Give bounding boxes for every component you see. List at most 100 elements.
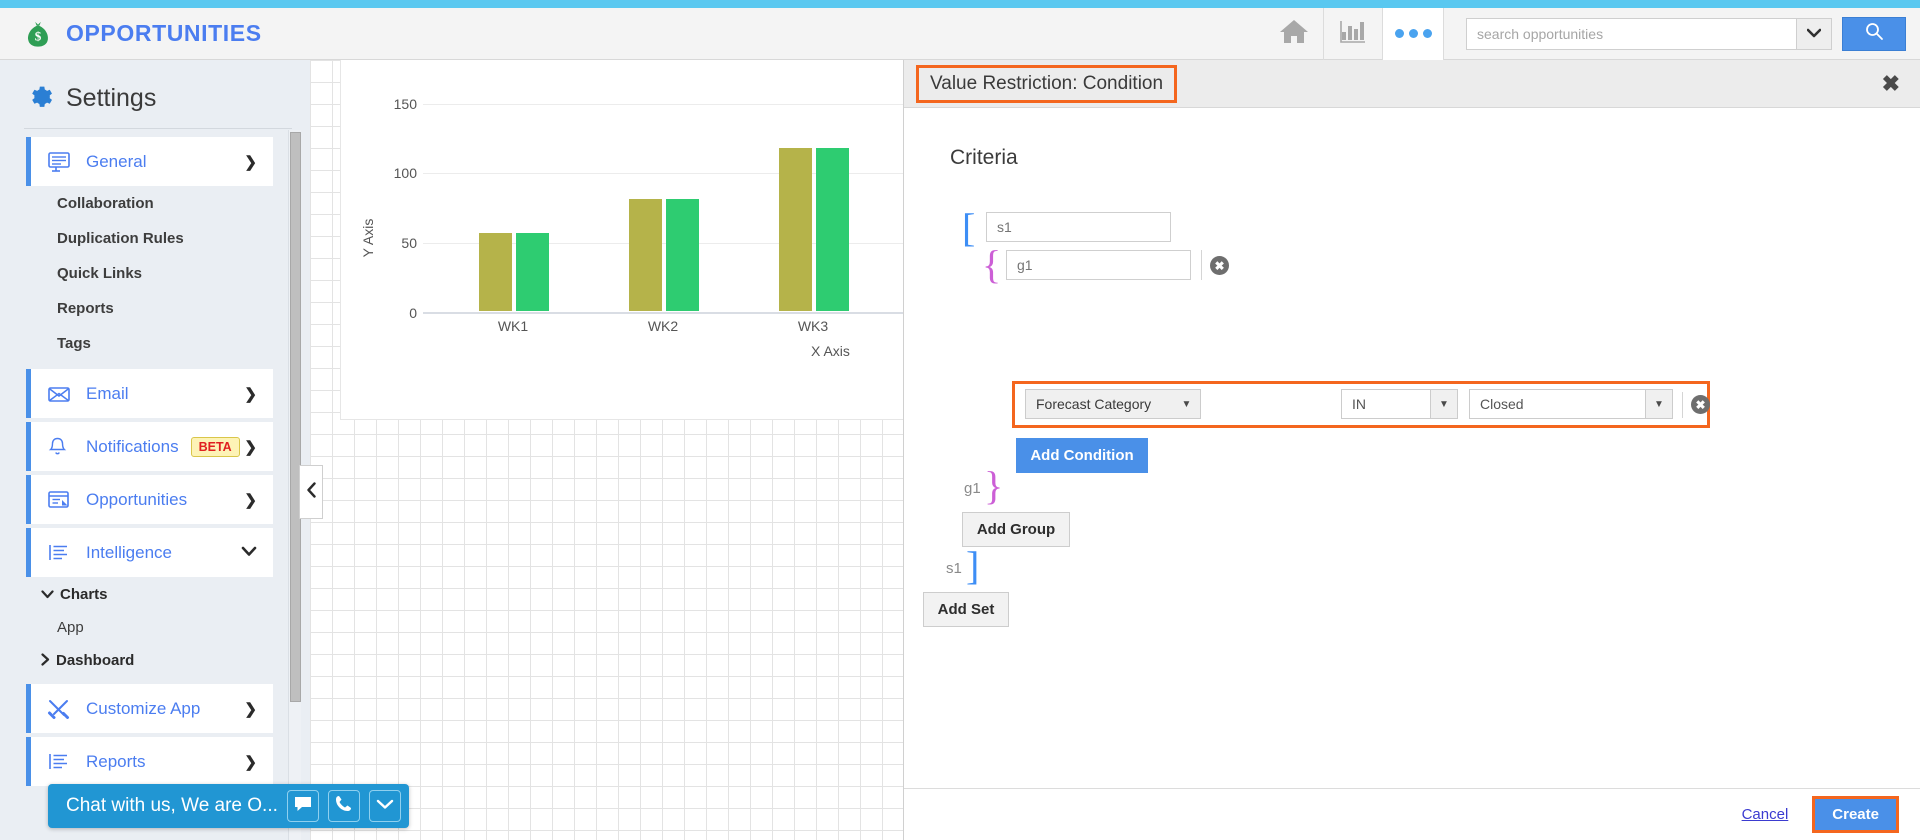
- chevron-right-icon: ❯: [244, 438, 257, 456]
- chat-phone-button[interactable]: [327, 790, 360, 822]
- sidebar-item-notifications[interactable]: Notifications BETA ❯: [26, 422, 273, 471]
- chevron-right-icon: ❯: [244, 385, 257, 403]
- search-button[interactable]: [1842, 16, 1906, 51]
- sidebar-item-customize-app[interactable]: Customize App ❯: [26, 684, 273, 733]
- sidebar-item-email[interactable]: Email ❯: [26, 369, 273, 418]
- sidebar-leaf-app[interactable]: App: [0, 612, 310, 643]
- sidebar-tree-charts[interactable]: Charts: [0, 577, 310, 612]
- set-name-input[interactable]: [986, 212, 1171, 242]
- sidebar-item-tags[interactable]: Tags: [0, 326, 310, 361]
- bell-icon: [47, 436, 73, 458]
- home-icon: [1279, 18, 1309, 50]
- condition-value-select[interactable]: Closed ▼: [1469, 389, 1673, 419]
- sidebar-item-label: Intelligence: [86, 542, 173, 562]
- search-scope-dropdown[interactable]: [1796, 17, 1832, 50]
- bar-chart: 150 100 50 0 Y Axis WK1 WK2 WK3 X Axis: [341, 59, 951, 419]
- bar-group-wk1: [463, 59, 563, 311]
- bar-series2-wk3: [816, 148, 849, 311]
- add-set-button[interactable]: Add Set: [923, 592, 1009, 627]
- y-tick-label: 100: [393, 165, 417, 181]
- more-dots-icon: [1394, 29, 1404, 38]
- analytics-button[interactable]: [1324, 8, 1382, 60]
- cancel-button[interactable]: Cancel: [1742, 806, 1789, 823]
- sidebar-tree-dashboard[interactable]: Dashboard: [0, 643, 310, 678]
- condition-operator-select[interactable]: IN ▼: [1341, 389, 1458, 419]
- home-button[interactable]: [1265, 8, 1323, 60]
- sidebar-item-label: Reports: [86, 751, 146, 771]
- bar-series1-wk3: [779, 148, 812, 311]
- delete-group-button[interactable]: ✖: [1210, 256, 1229, 275]
- delete-condition-button[interactable]: ✖: [1691, 395, 1710, 414]
- row-divider: [1682, 392, 1683, 418]
- search-icon: [1864, 21, 1884, 46]
- phone-icon: [334, 794, 353, 818]
- search-input[interactable]: [1466, 17, 1796, 50]
- modal-body: Criteria [ { ✖ Forecast Category ▼ IN ▼ …: [904, 108, 1920, 788]
- chevron-down-icon: [241, 544, 257, 561]
- row-divider: [1201, 250, 1202, 280]
- bar-series2-wk2: [666, 199, 699, 311]
- sidebar-item-label: General: [86, 151, 147, 171]
- y-tick-label: 0: [409, 305, 417, 321]
- bar-series1-wk2: [629, 199, 662, 311]
- group-name-input[interactable]: [1006, 250, 1191, 280]
- chat-bubble-button[interactable]: [286, 790, 319, 822]
- modal-header: Value Restriction: Condition ✖: [904, 60, 1920, 108]
- money-bag-icon: $: [23, 19, 53, 49]
- sidebar-header: Settings: [0, 60, 310, 128]
- condition-field-select[interactable]: Forecast Category ▼: [1025, 389, 1201, 419]
- more-dots-icon: [1422, 29, 1432, 38]
- chevron-right-icon: ❯: [244, 491, 257, 509]
- chevron-down-icon: [41, 587, 54, 602]
- sidebar-item-intelligence[interactable]: Intelligence: [26, 528, 273, 577]
- chevron-right-icon: ❯: [244, 153, 257, 171]
- set-open-bracket: [: [962, 205, 976, 250]
- sidebar-item-opportunities[interactable]: Opportunities ❯: [26, 475, 273, 524]
- search-area: [1444, 16, 1920, 51]
- sidebar-collapse-handle[interactable]: [299, 465, 323, 519]
- sidebar-item-quick-links[interactable]: Quick Links: [0, 256, 310, 291]
- sidebar-item-reports[interactable]: Reports: [0, 291, 310, 326]
- modal-title: Value Restriction: Condition: [916, 64, 1178, 103]
- sidebar-divider: [24, 128, 292, 129]
- x-tick-label: WK2: [647, 318, 679, 334]
- sidebar-item-reports-main[interactable]: Reports ❯: [26, 737, 273, 786]
- group-open-brace: {: [982, 242, 1002, 287]
- sidebar-scrollbar-thumb[interactable]: [290, 132, 301, 702]
- chevron-right-icon: [41, 652, 50, 669]
- sidebar-item-general[interactable]: General ❯: [26, 137, 273, 186]
- sidebar-item-label: Notifications: [86, 436, 179, 456]
- condition-row: Forecast Category ▼ IN ▼ Closed ▼ ✖: [1012, 381, 1710, 428]
- x-tick-label: WK3: [797, 318, 829, 334]
- close-icon[interactable]: ✖: [1882, 73, 1900, 95]
- sidebar-item-duplication-rules[interactable]: Duplication Rules: [0, 221, 310, 256]
- chat-bubble-icon: [293, 795, 313, 818]
- sidebar-item-label: Opportunities: [86, 489, 188, 509]
- chevron-down-icon: [376, 797, 394, 815]
- gear-icon: [26, 82, 53, 114]
- chat-widget[interactable]: Chat with us, We are O...: [48, 784, 409, 828]
- bar-series2-wk1: [516, 233, 549, 311]
- sidebar-item-collaboration[interactable]: Collaboration: [0, 186, 310, 221]
- window-icon: [47, 489, 73, 510]
- more-menu-button[interactable]: [1383, 7, 1443, 60]
- create-button[interactable]: Create: [1812, 796, 1899, 833]
- add-condition-button[interactable]: Add Condition: [1016, 438, 1148, 473]
- brand-title: OPPORTUNITIES: [66, 20, 262, 46]
- sidebar-tree-label: Dashboard: [56, 652, 135, 669]
- value-restriction-panel: Value Restriction: Condition ✖ Criteria …: [903, 60, 1920, 840]
- group-close-brace: }: [984, 463, 1004, 508]
- chat-collapse-button[interactable]: [368, 790, 401, 822]
- sidebar-item-label: Customize App: [86, 698, 201, 718]
- brand[interactable]: $ OPPORTUNITIES: [0, 19, 262, 49]
- bar-series1-wk1: [479, 233, 512, 311]
- add-group-button[interactable]: Add Group: [962, 512, 1070, 547]
- caret-down-icon: ▼: [1645, 390, 1672, 418]
- chevron-right-icon: ❯: [244, 753, 257, 771]
- sidebar-item-label: Email: [86, 383, 129, 403]
- bar-chart-icon: [1340, 18, 1366, 49]
- caret-down-icon: ▼: [1430, 390, 1457, 418]
- page-title: Settings: [66, 83, 157, 112]
- condition-operator-value: IN: [1352, 396, 1366, 412]
- criteria-heading: Criteria: [950, 146, 1018, 169]
